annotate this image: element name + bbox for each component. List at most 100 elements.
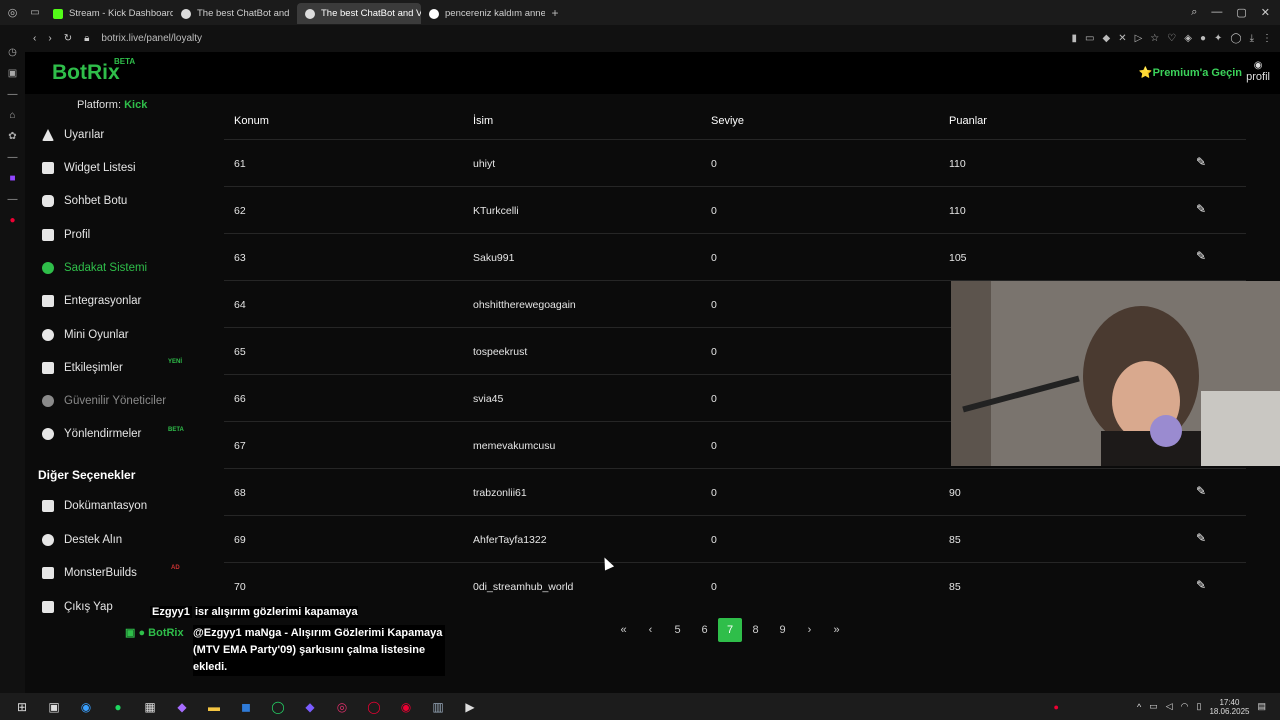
- edit-icon[interactable]: ✎: [1196, 156, 1208, 168]
- maximize-icon[interactable]: ▢: [1236, 6, 1246, 19]
- back-icon[interactable]: ‹: [33, 33, 36, 44]
- notification-badge-icon[interactable]: ●: [1054, 702, 1059, 712]
- puzzle-icon[interactable]: ✦: [1214, 33, 1222, 44]
- sidebar-item-minigames[interactable]: Mini Oyunlar: [42, 325, 129, 345]
- notifications-icon[interactable]: ▤: [1257, 701, 1266, 712]
- sidebar-item-logout[interactable]: Çıkış Yap: [42, 597, 113, 617]
- profile-menu[interactable]: ◉ profil: [1246, 60, 1270, 83]
- teams-icon[interactable]: ◆: [300, 699, 320, 715]
- sidebar-item-support[interactable]: Destek Alın: [42, 530, 122, 550]
- volume-icon[interactable]: ◁: [1166, 701, 1173, 712]
- search-icon[interactable]: ⌕: [1191, 6, 1197, 19]
- app-icon[interactable]: ◆: [172, 699, 192, 715]
- outlook-icon[interactable]: ◼: [236, 699, 256, 715]
- edge-icon[interactable]: ◉: [76, 699, 96, 715]
- edit-icon[interactable]: ✎: [1196, 579, 1208, 591]
- prev-page-button[interactable]: ‹: [637, 618, 664, 642]
- new-tab-button[interactable]: +: [545, 6, 565, 20]
- heart-icon[interactable]: ♡: [1167, 33, 1176, 44]
- minimize-icon[interactable]: —: [1211, 6, 1222, 19]
- download-icon[interactable]: ⤓: [1250, 33, 1254, 44]
- music-icon: [42, 362, 54, 374]
- sidebar-item-interactions[interactable]: Etkileşimler: [42, 358, 123, 378]
- task-view-icon[interactable]: ▣: [44, 699, 64, 715]
- notes-icon[interactable]: ▥: [428, 699, 448, 715]
- profile-icon[interactable]: ◯: [1230, 33, 1241, 44]
- bookmark-icon[interactable]: ▮: [1072, 33, 1078, 44]
- close-icon[interactable]: ✕: [1261, 6, 1270, 19]
- instagram-icon[interactable]: ◎: [332, 699, 352, 715]
- edit-icon[interactable]: ✎: [1196, 532, 1208, 544]
- tab-chatbot-1[interactable]: The best ChatBot and: [173, 3, 297, 24]
- sidebar-item-profile[interactable]: Profil: [42, 225, 90, 245]
- kick-sidebar-icon[interactable]: ⌂: [9, 110, 15, 121]
- reload-icon[interactable]: ↻: [64, 33, 72, 44]
- sidebar-item-loyalty[interactable]: Sadakat Sistemi: [42, 258, 147, 278]
- page-5[interactable]: 5: [664, 618, 691, 642]
- play-icon[interactable]: ▷: [1135, 33, 1143, 44]
- translate-icon[interactable]: ✕: [1118, 33, 1126, 44]
- chrome-icon[interactable]: ◉: [396, 699, 416, 715]
- media-player-icon[interactable]: ▶: [460, 699, 480, 715]
- sidebar-item-widgets[interactable]: Widget Listesi: [42, 158, 136, 178]
- vpn-icon[interactable]: ●: [1200, 33, 1206, 44]
- screenshot-icon[interactable]: ▭: [1085, 33, 1094, 44]
- sidebar-item-trusted-managers[interactable]: Güvenilir Yöneticiler: [42, 391, 166, 411]
- shield-icon[interactable]: ◆: [1103, 33, 1111, 44]
- cell-name: 0di_streamhub_world: [473, 581, 574, 593]
- opera-icon[interactable]: ◯: [364, 699, 384, 715]
- camera-icon[interactable]: ▣: [8, 68, 17, 79]
- cell-position: 69: [234, 534, 246, 546]
- edit-icon[interactable]: ✎: [1196, 485, 1208, 497]
- twitch-icon[interactable]: ■: [9, 173, 15, 184]
- kick-icon: [53, 8, 63, 19]
- clock[interactable]: 17:40 18.06.2025: [1209, 698, 1249, 716]
- help-icon: [42, 534, 54, 546]
- first-page-button[interactable]: «: [610, 618, 637, 642]
- next-page-button[interactable]: ›: [796, 618, 823, 642]
- whatsapp-icon[interactable]: ◯: [268, 699, 288, 715]
- youtube-icon[interactable]: ●: [9, 215, 15, 226]
- sidebar-item-chatbot[interactable]: Sohbet Botu: [42, 191, 127, 211]
- wifi-icon[interactable]: ◠: [1181, 701, 1189, 712]
- table-row: 62 KTurkcelli 0 110 ✎: [224, 186, 1246, 233]
- tab-chatbot-active[interactable]: The best ChatBot and Vi: [297, 3, 421, 24]
- star-icon[interactable]: ☆: [1150, 33, 1159, 44]
- sidebar-item-redirects[interactable]: Yönlendirmeler: [42, 424, 141, 444]
- sidebar-item-integrations[interactable]: Entegrasyonlar: [42, 291, 141, 311]
- network-icon[interactable]: ▭: [1149, 701, 1158, 712]
- history-icon[interactable]: ◷: [8, 47, 17, 58]
- tab-google-search[interactable]: pencereniz kaldım anne s: [421, 3, 545, 24]
- sidebar-item-alerts[interactable]: Uyarılar: [42, 125, 104, 145]
- page-6[interactable]: 6: [691, 618, 718, 642]
- edit-icon[interactable]: ✎: [1196, 250, 1208, 262]
- extension-icon[interactable]: ◈: [1184, 33, 1192, 44]
- chatgpt-icon[interactable]: ✿: [8, 131, 16, 142]
- cell-name: KTurkcelli: [473, 205, 519, 217]
- botrix-logo[interactable]: BotRix BETA: [52, 57, 135, 85]
- spotify-icon[interactable]: ●: [108, 699, 128, 715]
- browser-menu-icon[interactable]: ◎: [0, 6, 25, 19]
- premium-button[interactable]: ⭐Premium'a Geçin: [1139, 66, 1242, 79]
- robot-icon: [42, 195, 54, 207]
- last-page-button[interactable]: »: [823, 618, 850, 642]
- start-icon[interactable]: ⊞: [12, 699, 32, 715]
- cell-name: tospeekrust: [473, 346, 528, 358]
- menu-icon[interactable]: ⋮: [1262, 33, 1272, 44]
- battery-icon[interactable]: ▯: [1196, 701, 1201, 712]
- sidebar-item-monsterbuilds[interactable]: MonsterBuilds: [42, 563, 137, 583]
- tray-chevron-icon[interactable]: ^: [1137, 702, 1141, 712]
- folder-icon[interactable]: ▬: [204, 699, 224, 715]
- url-field[interactable]: botrix.live/panel/loyalty: [101, 33, 202, 44]
- sidebar-item-docs[interactable]: Dokümantasyon: [42, 496, 147, 516]
- tab-list-icon[interactable]: ▭: [25, 7, 45, 18]
- edit-icon[interactable]: ✎: [1196, 203, 1208, 215]
- page-9[interactable]: 9: [769, 618, 796, 642]
- page-7-current[interactable]: 7: [718, 618, 742, 642]
- forward-icon[interactable]: ›: [48, 33, 51, 44]
- cell-level: 0: [711, 487, 717, 499]
- tab-kick-dashboard[interactable]: Stream - Kick Dashboard: [45, 3, 173, 24]
- page-8[interactable]: 8: [742, 618, 769, 642]
- cell-position: 70: [234, 581, 246, 593]
- calculator-icon[interactable]: ▦: [140, 699, 160, 715]
